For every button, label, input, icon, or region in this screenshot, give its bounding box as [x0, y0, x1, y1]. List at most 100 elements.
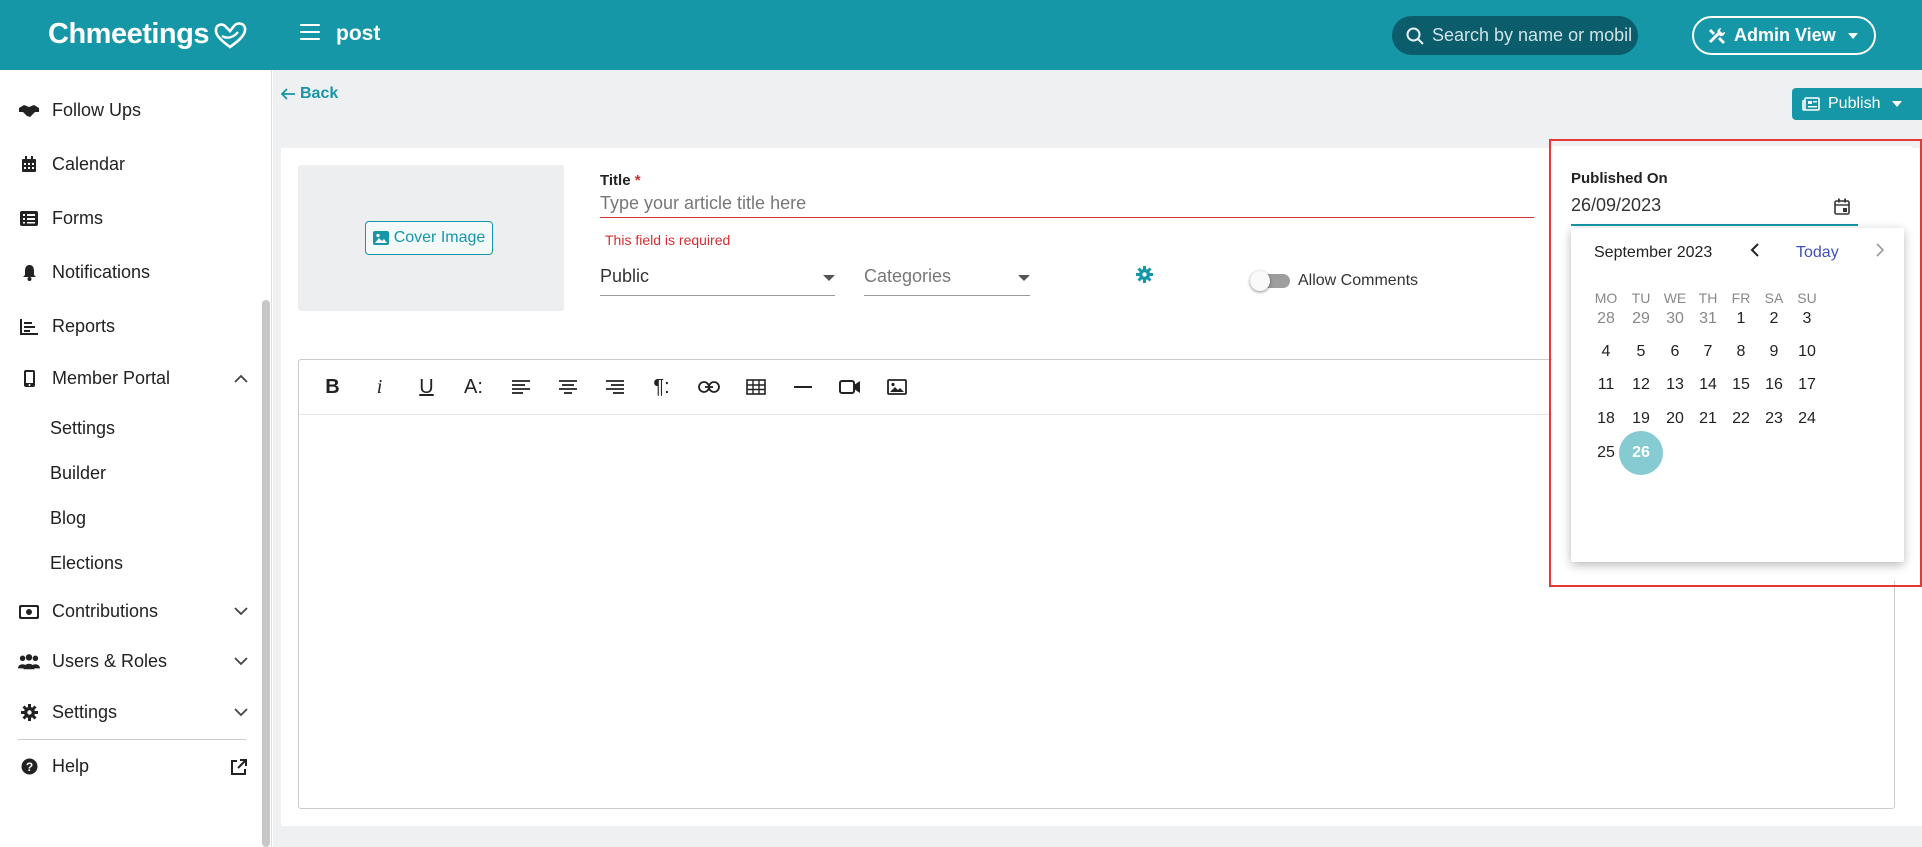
category-settings-icon[interactable]	[1136, 266, 1153, 288]
gear-icon	[18, 704, 40, 721]
categories-select[interactable]: Categories	[864, 258, 1030, 296]
sidebar-item-calendar[interactable]: Calendar	[18, 154, 248, 175]
paragraph-icon: ¶:	[653, 375, 670, 398]
users-icon	[18, 653, 40, 670]
visibility-select[interactable]: Public	[600, 258, 835, 296]
sidebar-item-label: Forms	[52, 208, 103, 228]
handshake-icon	[18, 103, 40, 119]
sidebar-item-settings[interactable]: Settings	[18, 702, 248, 723]
categories-placeholder: Categories	[864, 266, 952, 286]
cover-image-button[interactable]: Cover Image	[365, 221, 493, 255]
align-center-icon	[558, 380, 577, 394]
arrow-left-icon	[281, 88, 295, 100]
search-icon	[1406, 27, 1424, 45]
visibility-value: Public	[600, 266, 650, 286]
app-logo[interactable]: Chmeetings	[48, 18, 247, 51]
horizontal-line-icon	[793, 386, 812, 388]
sidebar-item-contributions[interactable]: Contributions	[18, 601, 248, 622]
search-input[interactable]	[1432, 25, 1632, 46]
align-left-icon	[511, 380, 530, 394]
previous-month-icon[interactable]	[1748, 242, 1762, 258]
align-right-icon	[605, 380, 624, 394]
chevron-down-icon[interactable]	[234, 607, 248, 616]
sidebar-item-notifications[interactable]: Notifications	[18, 262, 248, 283]
sidebar-item-label: Contributions	[52, 601, 159, 621]
insert-link-button[interactable]	[685, 369, 732, 405]
underline-button[interactable]: U	[403, 369, 450, 405]
top-bar: Chmeetings post Admin View	[0, 0, 1922, 70]
help-icon: ?	[18, 758, 40, 775]
title-label: Title *	[600, 172, 641, 189]
logo-text: Chmeetings	[48, 18, 209, 50]
dropdown-caret-icon	[1018, 275, 1030, 281]
cover-image-label: Cover Image	[393, 229, 486, 246]
link-icon	[697, 381, 720, 393]
calendar-month-label[interactable]: September 2023	[1594, 244, 1712, 262]
insert-horizontal-line-button[interactable]	[779, 369, 826, 405]
calendar-icon	[18, 156, 40, 173]
publish-label: Publish	[1828, 95, 1881, 112]
back-label: Back	[300, 85, 339, 102]
align-left-button[interactable]	[497, 369, 544, 405]
align-right-button[interactable]	[591, 369, 638, 405]
admin-view-button[interactable]: Admin View	[1692, 16, 1876, 55]
publish-button[interactable]: Publish	[1792, 88, 1922, 120]
dropdown-caret-icon	[823, 275, 835, 281]
video-icon	[838, 380, 860, 394]
calendar-popup: September 2023 Today MO TU WE TH FR SA SU 28 29 3…	[1571, 228, 1904, 562]
bell-icon	[18, 264, 40, 281]
italic-button[interactable]: i	[356, 369, 403, 405]
insert-table-button[interactable]	[732, 369, 779, 405]
bold-icon: B	[325, 375, 340, 398]
menu-icon[interactable]	[300, 24, 320, 42]
chevron-down-icon	[1892, 101, 1903, 107]
sidebar-item-label: Reports	[52, 316, 116, 336]
logo-heart-icon	[214, 21, 247, 49]
sidebar-item-forms[interactable]: Forms	[18, 208, 248, 229]
font-size-button[interactable]: A:	[450, 369, 497, 405]
sidebar-item-label: Follow Ups	[52, 100, 142, 120]
toggle-track	[1250, 271, 1290, 291]
next-month-icon[interactable]	[1873, 242, 1887, 258]
sidebar-subitem-blog[interactable]: Blog	[50, 508, 86, 529]
newspaper-icon	[1802, 97, 1820, 111]
allow-comments-label: Allow Comments	[1298, 272, 1419, 289]
cover-image-area: Cover Image	[298, 165, 564, 311]
search-box[interactable]	[1392, 16, 1638, 55]
align-center-button[interactable]	[544, 369, 591, 405]
sidebar-subitem-builder[interactable]: Builder	[50, 463, 106, 484]
tools-icon	[1708, 27, 1726, 44]
sidebar-item-help[interactable]: ? Help	[18, 756, 248, 777]
calendar-icon[interactable]	[1834, 198, 1850, 220]
sidebar-item-users-roles[interactable]: Users & Roles	[18, 651, 248, 672]
today-button[interactable]: Today	[1796, 244, 1839, 262]
underline-icon: U	[419, 375, 434, 398]
allow-comments-toggle[interactable]: Allow Comments	[1250, 271, 1419, 291]
back-link[interactable]: Back	[281, 85, 338, 103]
chevron-up-icon[interactable]	[234, 374, 248, 383]
chevron-down-icon[interactable]	[234, 708, 248, 717]
sidebar-subitem-settings[interactable]: Settings	[50, 418, 115, 439]
calendar-day-selected[interactable]: 26	[1619, 431, 1663, 475]
image-icon	[886, 379, 907, 395]
external-link-icon[interactable]	[230, 758, 248, 776]
sidebar-divider	[18, 739, 246, 740]
calendar-day[interactable]: 24	[1785, 397, 1829, 441]
sidebar-item-label: Help	[52, 756, 90, 776]
paragraph-format-button[interactable]: ¶:	[638, 369, 685, 405]
insert-video-button[interactable]	[826, 369, 873, 405]
toggle-knob	[1250, 271, 1270, 291]
sidebar-item-follow-ups[interactable]: Follow Ups	[18, 100, 248, 121]
font-size-icon: A:	[464, 375, 483, 398]
sidebar-item-reports[interactable]: Reports	[18, 316, 248, 337]
title-error-message: This field is required	[605, 232, 731, 248]
sidebar-scrollbar[interactable]	[262, 300, 270, 847]
bold-button[interactable]: B	[309, 369, 356, 405]
chevron-down-icon[interactable]	[234, 657, 248, 666]
admin-view-label: Admin View	[1734, 25, 1836, 45]
sidebar-subitem-elections[interactable]: Elections	[50, 553, 123, 574]
sidebar-item-member-portal[interactable]: Member Portal	[18, 368, 248, 389]
title-input[interactable]	[600, 190, 1534, 218]
published-on-input[interactable]: 26/09/2023	[1571, 195, 1661, 216]
insert-image-button[interactable]	[873, 369, 920, 405]
